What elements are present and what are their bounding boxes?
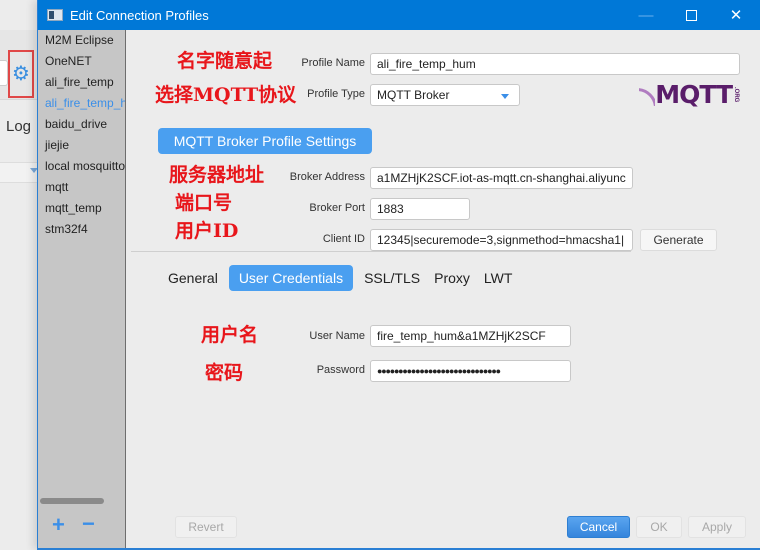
mqtt-logo: MQTT .ORG (639, 82, 739, 108)
settings-button-highlight[interactable]: ⚙ (8, 50, 34, 98)
broker-port-label: Broker Port (309, 202, 365, 214)
profile-list-item[interactable]: local mosquitto (38, 156, 125, 177)
tab-general[interactable]: General (161, 265, 225, 291)
window-title: Edit Connection Profiles (70, 7, 209, 23)
cancel-button[interactable]: Cancel (567, 516, 630, 538)
close-button[interactable]: ✕ (713, 0, 759, 30)
annotation-port: 端口号 (175, 192, 233, 214)
generate-button[interactable]: Generate (640, 229, 717, 251)
profile-type-select[interactable]: MQTT Broker (370, 84, 520, 106)
profile-list-item[interactable]: M2M Eclipse (38, 30, 125, 51)
profile-list-item[interactable]: ali_fire_temp (38, 72, 125, 93)
annotation-protocol: 选择MQTT协议 (155, 84, 297, 106)
mqtt-waves-icon (639, 84, 656, 106)
annotation-password: 密码 (205, 362, 244, 384)
revert-button[interactable]: Revert (175, 516, 237, 538)
background-log-label: Log (6, 118, 32, 135)
profile-list-item[interactable]: mqtt_temp (38, 198, 125, 219)
broker-port-input[interactable]: 1883 (370, 198, 470, 220)
add-profile-button[interactable]: + (52, 514, 65, 536)
gear-icon[interactable]: ⚙ (12, 64, 30, 84)
username-label: User Name (309, 330, 365, 342)
password-label: Password (316, 364, 365, 376)
profile-list-item[interactable]: stm32f4 (38, 219, 125, 240)
background-input[interactable] (0, 60, 8, 86)
tab-user-credentials[interactable]: User Credentials (228, 265, 354, 291)
password-input[interactable]: ●●●●●●●●●●●●●●●●●●●●●●●●●●●●● (370, 360, 571, 382)
apply-button[interactable]: Apply (688, 516, 746, 538)
profile-list-item[interactable]: OneNET (38, 51, 125, 72)
profile-name-label: Profile Name (301, 57, 365, 69)
chevron-down-icon (501, 94, 509, 99)
username-input[interactable]: fire_temp_hum&a1MZHjK2SCF (370, 325, 571, 347)
profile-type-value: MQTT Broker (377, 88, 450, 102)
profile-name-input[interactable]: ali_fire_temp_hum (370, 53, 740, 75)
app-icon (47, 9, 63, 21)
broker-settings-section-title: MQTT Broker Profile Settings (158, 128, 372, 154)
settings-tabs: General User Credentials SSL/TLS Proxy LWT (161, 265, 519, 291)
profile-list-item[interactable]: ali_fire_temp_hum (38, 93, 125, 114)
broker-address-input[interactable]: a1MZHjK2SCF.iot-as-mqtt.cn-shanghai.aliy… (370, 167, 633, 189)
mqtt-logo-text: MQTT (655, 80, 733, 109)
annotation-address: 服务器地址 (169, 164, 265, 186)
profile-list-item[interactable]: baidu_drive (38, 114, 125, 135)
client-id-label: Client ID (322, 233, 365, 245)
profile-type-label: Profile Type (307, 88, 365, 100)
annotation-client-id: 用户ID (175, 220, 239, 242)
client-id-input[interactable]: 12345|securemode=3,signmethod=hmacsha1| (370, 229, 633, 251)
edit-connection-profiles-dialog: Edit Connection Profiles — ✕ M2M Eclipse… (37, 0, 760, 550)
tab-ssl-tls[interactable]: SSL/TLS (357, 265, 427, 291)
horizontal-scrollbar[interactable] (40, 498, 104, 504)
annotation-name: 名字随意起 (177, 50, 273, 72)
profile-list-item[interactable]: jiejie (38, 135, 125, 156)
profile-settings-panel: 名字随意起 选择MQTT协议 Profile Name ali_fire_tem… (127, 30, 760, 548)
mqtt-logo-org: .ORG (733, 87, 739, 103)
annotation-username: 用户名 (201, 324, 259, 346)
title-bar[interactable]: Edit Connection Profiles — ✕ (38, 0, 760, 30)
section-divider (131, 251, 631, 252)
minimize-button[interactable]: — (623, 0, 669, 30)
profile-list: M2M Eclipse OneNET ali_fire_temp ali_fire_t… (38, 30, 126, 548)
tab-proxy[interactable]: Proxy (427, 265, 477, 291)
maximize-button[interactable] (668, 0, 714, 30)
maximize-icon (685, 9, 697, 21)
profile-list-item[interactable]: mqtt (38, 177, 125, 198)
tab-lwt[interactable]: LWT (477, 265, 520, 291)
remove-profile-button[interactable]: − (82, 513, 95, 535)
broker-address-label: Broker Address (289, 171, 365, 183)
ok-button[interactable]: OK (636, 516, 682, 538)
